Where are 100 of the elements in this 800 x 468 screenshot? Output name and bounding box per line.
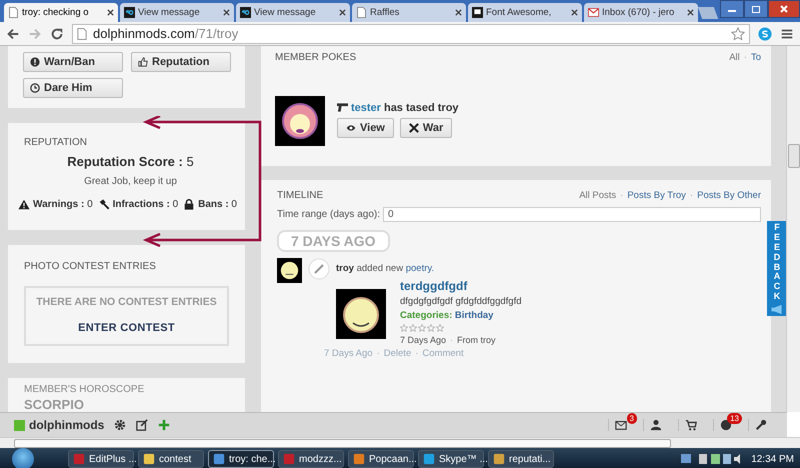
browser-tab[interactable]: View message (120, 3, 234, 22)
time-range-label: Time range (days ago): (277, 209, 380, 220)
mail-icon[interactable] (615, 419, 627, 431)
app-icon (213, 453, 225, 465)
feedback-tab[interactable]: FEEDBACK (767, 221, 787, 316)
reputation-score: Reputation Score : 5 (66, 154, 195, 170)
separator-dot: · (690, 190, 694, 201)
settings-icon[interactable] (114, 419, 126, 431)
cart-icon[interactable] (685, 419, 697, 431)
app-icon (73, 453, 85, 465)
cartoon-avatar (277, 258, 302, 283)
reload-icon[interactable] (50, 26, 64, 40)
taskbar-button[interactable]: troy: che... (208, 450, 274, 468)
start-button[interactable] (12, 448, 34, 468)
wrench-icon[interactable] (755, 419, 767, 431)
filter-link[interactable]: To (750, 52, 761, 63)
taskbar-button[interactable]: contest (138, 450, 204, 468)
close-icon[interactable] (455, 9, 462, 16)
taskbar-button[interactable]: modzzz... (278, 450, 344, 468)
panel-title: TIMELINE (277, 190, 324, 201)
address-bar[interactable]: dolphinmods.com/71/troy (72, 24, 750, 44)
thumbs-up-icon (138, 57, 148, 68)
poke-button[interactable]: War (400, 118, 452, 138)
exclamation-icon (30, 57, 40, 68)
skype-icon[interactable] (758, 26, 772, 40)
clock-icon (30, 83, 40, 94)
activity-text: troy added new poetry. (336, 263, 436, 274)
poetry-link[interactable]: poetry. (406, 263, 434, 274)
separator-dot: · (450, 335, 454, 345)
browser-tab[interactable]: Inbox (670) - jero (584, 3, 698, 22)
close-icon[interactable] (107, 9, 114, 16)
browser-tab[interactable]: troy: checking o (4, 3, 118, 22)
taskbar-button[interactable]: EditPlus ... (68, 450, 134, 468)
filter-link[interactable]: Posts By Other (697, 190, 761, 201)
warning-icon (18, 199, 30, 210)
vertical-scrollbar[interactable] (786, 46, 800, 412)
taskbar-button[interactable]: reputati... (488, 450, 554, 468)
close-button[interactable] (768, 0, 800, 18)
panel-title: MEMBER POKES (275, 52, 356, 63)
poke-button[interactable]: View (337, 118, 394, 138)
page-icon (356, 7, 367, 18)
time-range-field[interactable]: 0 (383, 207, 761, 222)
post-text: dfgdgfgdfgdf gfdgfddfggdfgfd (400, 296, 522, 307)
enter-contest-link[interactable]: ENTER CONTEST (78, 322, 175, 334)
app-icon (423, 453, 435, 465)
panel-title: PHOTO CONTEST ENTRIES (24, 260, 157, 272)
profile-action-button[interactable]: Reputation (131, 52, 231, 72)
minimize-button[interactable] (720, 0, 744, 18)
system-tray-icons[interactable] (681, 452, 742, 466)
category-link[interactable]: Birthday (454, 310, 494, 321)
user-link[interactable]: tester (351, 102, 381, 114)
bookmark-star-icon[interactable] (731, 26, 745, 40)
browser-tab[interactable]: View message (236, 3, 350, 22)
filter-link[interactable]: All (729, 52, 740, 63)
panel-title: MEMBER'S HOROSCOPE (24, 384, 146, 395)
page-icon (8, 7, 19, 18)
profile-action-button[interactable]: Dare Him (23, 78, 123, 98)
separator-dot: · (744, 52, 747, 63)
separator-dot: · (376, 348, 380, 359)
mail-icon (588, 7, 599, 18)
pencil-icon (308, 258, 330, 280)
infinity-icon (240, 7, 251, 18)
horoscope-sign: SCORPIO (24, 397, 85, 412)
close-icon[interactable] (571, 9, 578, 16)
profile-action-button[interactable]: Warn/Ban (23, 52, 123, 72)
user-icon[interactable] (650, 419, 662, 431)
app-icon (353, 453, 365, 465)
browser-tab[interactable]: Raffles (352, 3, 466, 22)
flag-icon (472, 7, 483, 18)
app-icon (493, 453, 505, 465)
taskbar-clock: 12:34 PM (751, 454, 794, 464)
menu-icon[interactable] (780, 26, 794, 40)
horizontal-scrollbar[interactable] (0, 437, 800, 448)
infinity-icon (124, 7, 135, 18)
notification-count: 3 (626, 413, 637, 424)
filter-link[interactable]: All Posts (579, 190, 616, 201)
edit-icon[interactable] (136, 419, 148, 431)
close-icon[interactable] (223, 9, 230, 16)
reputation-message: Great Job, keep it up (83, 176, 178, 188)
close-icon[interactable] (339, 9, 346, 16)
close-icon[interactable] (687, 9, 694, 16)
back-icon[interactable] (6, 26, 20, 40)
maximize-button[interactable] (744, 0, 768, 18)
filter-link[interactable]: Posts By Troy (627, 190, 686, 201)
star-rating[interactable] (400, 324, 444, 332)
page-icon (77, 28, 87, 40)
taskbar-button[interactable]: Popcaan... (348, 450, 414, 468)
site-name[interactable]: dolphinmods (29, 418, 104, 432)
lock-icon (183, 199, 196, 210)
separator-dot: · (620, 190, 624, 201)
add-icon[interactable] (158, 419, 170, 431)
browser-tab[interactable]: Font Awesome, (468, 3, 582, 22)
stat-text: Bans : 0 (198, 199, 237, 210)
post-title-link[interactable]: terdggdfgdf (400, 279, 522, 293)
gavel-icon (98, 199, 110, 210)
categories-label: Categories: (400, 310, 452, 321)
close-icon (779, 4, 789, 14)
new-tab-button[interactable] (698, 7, 718, 19)
panel-title: REPUTATION (24, 137, 88, 148)
poke-text: has tased troy (384, 102, 459, 114)
